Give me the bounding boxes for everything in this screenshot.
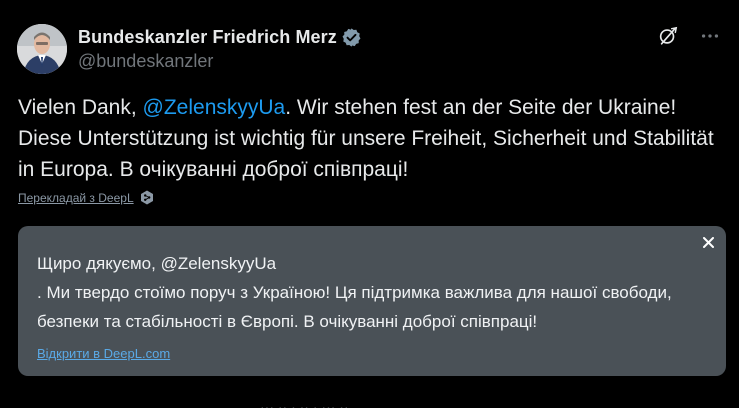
post-author: Bundeskanzler Friedrich Merz @bundeskanz… bbox=[78, 26, 362, 72]
open-in-deepl-link[interactable]: Відкрити в DeepL.com bbox=[37, 346, 170, 361]
translation-text: Щиро дякуємо, @ZelenskyyUa . Ми твердо с… bbox=[37, 249, 697, 336]
translation-line-1: Щиро дякуємо, @ZelenskyyUa bbox=[37, 254, 277, 273]
post: Bundeskanzler Friedrich Merz @bundeskanz… bbox=[0, 0, 739, 408]
post-top-actions bbox=[656, 24, 722, 48]
translation-line-2: . Ми твердо стоїмо поруч з Україною! Ця … bbox=[37, 283, 672, 331]
avatar[interactable] bbox=[17, 24, 67, 74]
author-name-row: Bundeskanzler Friedrich Merz bbox=[78, 26, 362, 48]
translation-card: Щиро дякуємо, @ZelenskyyUa . Ми твердо с… bbox=[18, 226, 726, 376]
translate-with-deepl-link[interactable]: Перекладай з DeepL bbox=[18, 191, 134, 205]
mention-link[interactable]: @ZelenskyyUa bbox=[143, 96, 286, 119]
close-icon[interactable] bbox=[701, 235, 715, 249]
deepl-icon[interactable] bbox=[140, 190, 154, 205]
grok-icon[interactable] bbox=[656, 24, 680, 48]
verified-badge-icon[interactable] bbox=[341, 27, 362, 48]
post-text: Vielen Dank, @ZelenskyyUa. Wir stehen fe… bbox=[18, 92, 723, 185]
author-handle[interactable]: @bundeskanzler bbox=[78, 51, 362, 72]
post-timestamp[interactable]: ··· ·· · ·· · ··· ·· bbox=[260, 399, 349, 408]
translate-row: Перекладай з DeepL bbox=[18, 190, 154, 205]
post-text-intro: Vielen Dank, bbox=[18, 96, 143, 119]
more-icon[interactable] bbox=[698, 24, 722, 48]
author-display-name[interactable]: Bundeskanzler Friedrich Merz bbox=[78, 27, 337, 48]
